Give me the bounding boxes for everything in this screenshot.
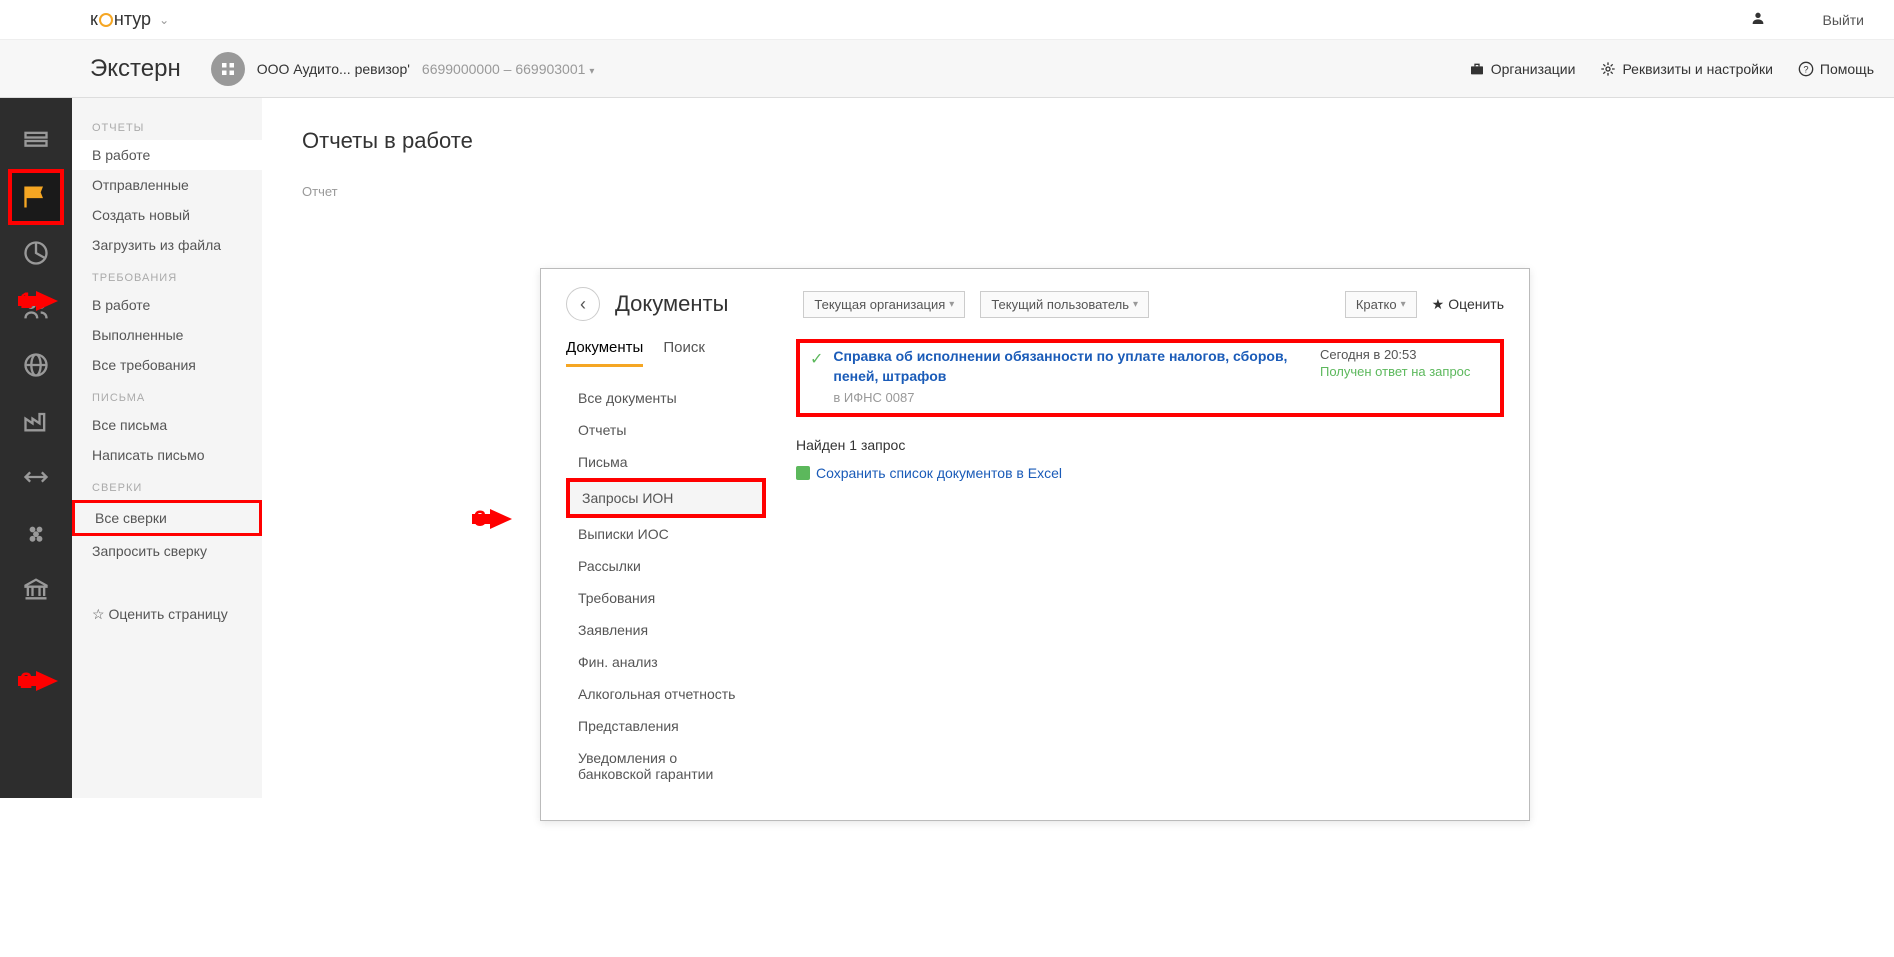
sidebar-item-all-recon[interactable]: Все сверки xyxy=(72,500,262,536)
found-count: Найден 1 запрос xyxy=(796,437,1504,453)
chevron-down-icon: ⌄ xyxy=(159,13,169,27)
tab-search[interactable]: Поиск xyxy=(663,339,705,367)
doc-sidebar: Документы Поиск Все документы Отчеты Пис… xyxy=(566,339,766,790)
gear-icon xyxy=(1600,61,1616,77)
rate-link[interactable]: ★ Оценить xyxy=(1432,296,1504,313)
logo-o-icon xyxy=(99,13,113,27)
rail-chart-icon[interactable] xyxy=(8,225,64,281)
orgs-link[interactable]: Организации xyxy=(1469,61,1576,77)
page-title: Отчеты в работе xyxy=(302,128,1854,154)
report-label: Отчет xyxy=(302,184,1854,199)
sidebar-item-upload-file[interactable]: Загрузить из файла xyxy=(72,230,262,260)
rail-flag-icon[interactable] xyxy=(8,169,64,225)
nav-alcohol[interactable]: Алкогольная отчетность xyxy=(566,678,766,710)
rail-bank-icon[interactable] xyxy=(8,561,64,617)
nav-reports[interactable]: Отчеты xyxy=(566,414,766,446)
sidebar: ОТЧЕТЫ В работе Отправленные Создать нов… xyxy=(72,98,262,798)
overlay-title: Документы xyxy=(615,291,728,317)
svg-text:?: ? xyxy=(1803,64,1808,74)
briefcase-icon xyxy=(1469,61,1485,77)
sidebar-item-all-letters[interactable]: Все письма xyxy=(72,410,262,440)
nav-mailings[interactable]: Рассылки xyxy=(566,550,766,582)
filter-brief[interactable]: Кратко ▾ xyxy=(1345,291,1417,318)
back-button[interactable]: ‹ xyxy=(566,287,600,321)
filter-current-user[interactable]: Текущий пользователь ▾ xyxy=(980,291,1149,318)
annotation-1: 1 xyxy=(20,288,58,314)
check-icon: ✓ xyxy=(810,349,823,405)
org-name: ООО Аудито... ревизор' xyxy=(257,61,410,77)
sidebar-item-request-recon[interactable]: Запросить сверку xyxy=(72,536,262,566)
excel-export-link[interactable]: Сохранить список документов в Excel xyxy=(796,465,1504,481)
sidebar-item-all-reqs[interactable]: Все требования xyxy=(72,350,262,380)
settings-link[interactable]: Реквизиты и настройки xyxy=(1600,61,1772,77)
user-icon[interactable] xyxy=(1743,10,1773,29)
tab-documents[interactable]: Документы xyxy=(566,339,643,367)
result-sub: в ИФНС 0087 xyxy=(833,390,1310,405)
logo[interactable]: кнтур ⌄ xyxy=(90,9,169,30)
sidebar-item-sent[interactable]: Отправленные xyxy=(72,170,262,200)
result-link[interactable]: Справка об исполнении обязанности по упл… xyxy=(833,347,1310,386)
sidebar-section-requirements: ТРЕБОВАНИЯ xyxy=(72,260,262,290)
nav-bank-guarantee[interactable]: Уведомления о банковской гарантии xyxy=(566,742,766,790)
filter-current-org[interactable]: Текущая организация ▾ xyxy=(803,291,965,318)
logout-link[interactable]: Выйти xyxy=(1813,12,1874,28)
nav-ion-requests[interactable]: Запросы ИОН xyxy=(566,478,766,518)
documents-overlay: ‹ Документы Текущая организация ▾ Текущи… xyxy=(540,268,1530,821)
nav-all-docs[interactable]: Все документы xyxy=(566,382,766,414)
nav-representations[interactable]: Представления xyxy=(566,710,766,742)
sidebar-section-reports: ОТЧЕТЫ xyxy=(72,110,262,140)
result-time: Сегодня в 20:53 xyxy=(1320,347,1490,362)
help-icon: ? xyxy=(1798,61,1814,77)
sidebar-item-create-new[interactable]: Создать новый xyxy=(72,200,262,230)
top-bar: кнтур ⌄ Выйти xyxy=(0,0,1894,40)
sidebar-section-reconciliations: СВЕРКИ xyxy=(72,470,262,500)
logo-text-2: нтур xyxy=(114,9,151,30)
help-link[interactable]: ? Помощь xyxy=(1798,61,1874,77)
chevron-down-icon: ▾ xyxy=(589,66,594,77)
header: Экстерн ООО Аудито... ревизор' 669900000… xyxy=(0,40,1894,98)
rail-dashboard-icon[interactable] xyxy=(8,113,64,169)
org-code[interactable]: 6699000000 – 669903001 ▾ xyxy=(422,61,594,77)
annotation-3: 3 xyxy=(474,506,512,532)
rail-globe-icon[interactable] xyxy=(8,337,64,393)
sidebar-section-letters: ПИСЬМА xyxy=(72,380,262,410)
result-item[interactable]: ✓ Справка об исполнении обязанности по у… xyxy=(796,339,1504,417)
excel-icon xyxy=(796,466,810,480)
logo-text-1: к xyxy=(90,9,98,30)
result-status: Получен ответ на запрос xyxy=(1320,364,1490,379)
sidebar-item-write-letter[interactable]: Написать письмо xyxy=(72,440,262,470)
app-title: Экстерн xyxy=(90,55,181,83)
annotation-2: 2 xyxy=(20,668,58,694)
doc-content: ✓ Справка об исполнении обязанности по у… xyxy=(796,339,1504,790)
rail-grapes-icon[interactable] xyxy=(8,505,64,561)
rail-factory-icon[interactable] xyxy=(8,393,64,449)
sidebar-item-completed[interactable]: Выполненные xyxy=(72,320,262,350)
sidebar-item-in-work[interactable]: В работе xyxy=(72,140,262,170)
org-switcher-button[interactable] xyxy=(211,52,245,86)
sidebar-item-req-in-work[interactable]: В работе xyxy=(72,290,262,320)
nav-letters[interactable]: Письма xyxy=(566,446,766,478)
nav-ios-extracts[interactable]: Выписки ИОС xyxy=(566,518,766,550)
nav-fin-analysis[interactable]: Фин. анализ xyxy=(566,646,766,678)
nav-requirements[interactable]: Требования xyxy=(566,582,766,614)
nav-applications[interactable]: Заявления xyxy=(566,614,766,646)
rate-page-link[interactable]: ☆ Оценить страницу xyxy=(72,596,262,633)
rail-exchange-icon[interactable] xyxy=(8,449,64,505)
